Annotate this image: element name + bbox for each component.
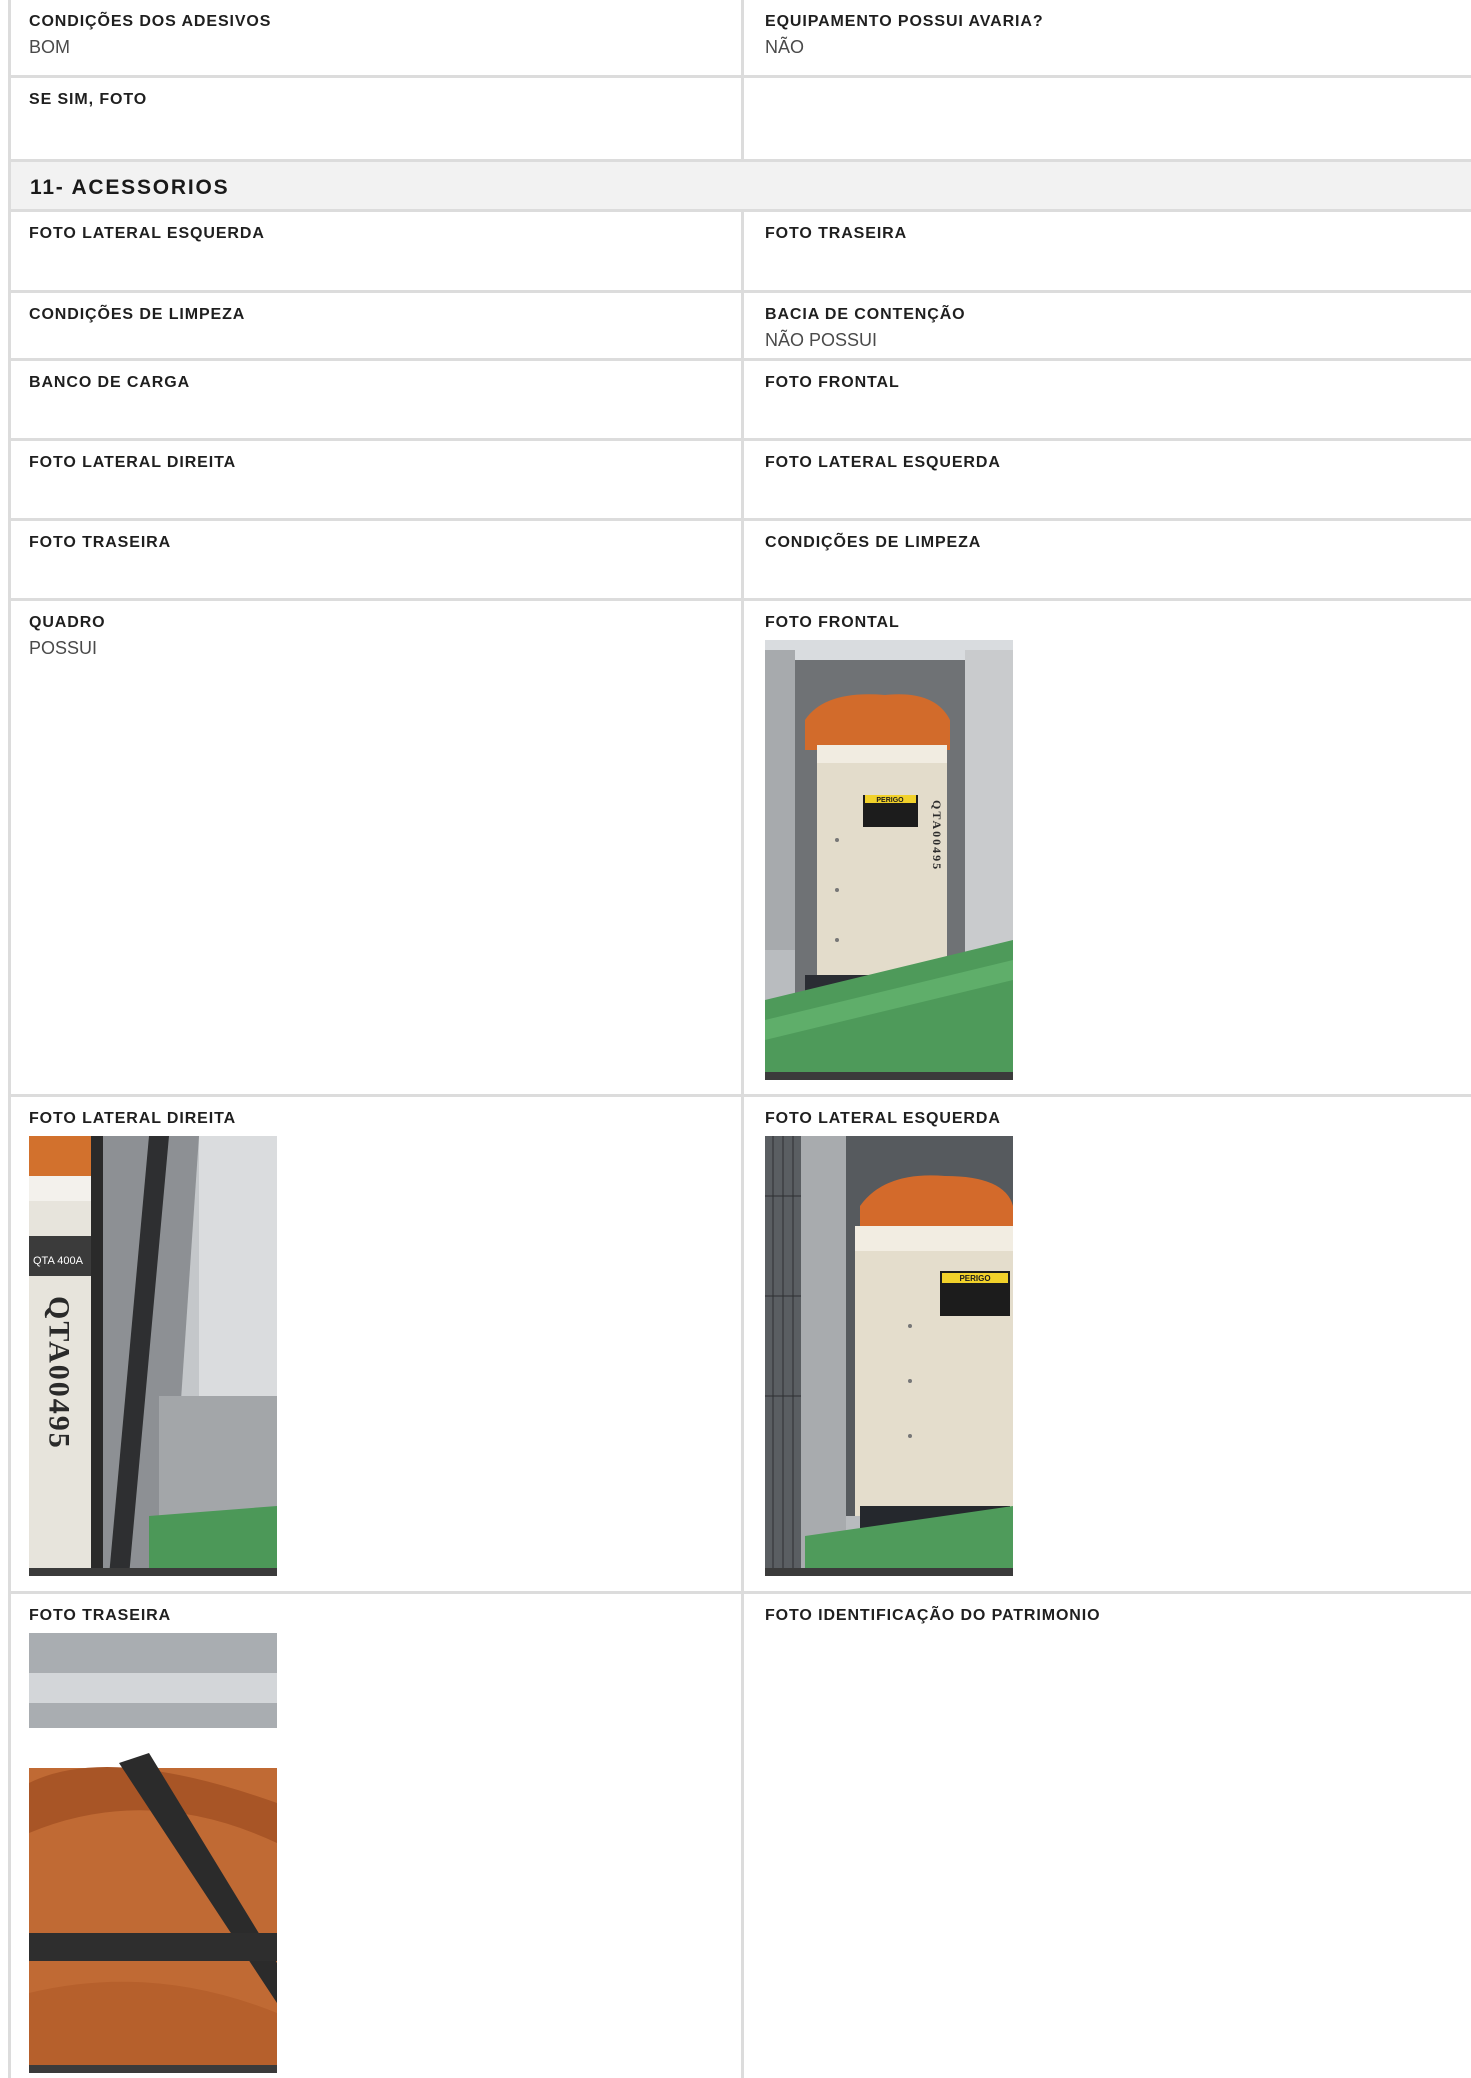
field-label: QUADRO — [29, 614, 106, 631]
field-value: NÃO — [765, 37, 805, 57]
field-cell: FOTO LATERAL ESQUERDA — [8, 212, 741, 290]
table-row: FOTO LATERAL DIREITA QTA 400A QTA00495 F… — [8, 1097, 1471, 1594]
table-row: QUADRO POSSUI FOTO FRONTAL PERIGO QTA004… — [8, 601, 1471, 1097]
field-cell: FOTO LATERAL DIREITA — [8, 441, 741, 518]
field-cell: CONDIÇÕES DE LIMPEZA — [744, 521, 1471, 598]
field-cell: BACIA DE CONTENÇÃO NÃO POSSUI — [744, 293, 1471, 358]
section-header: 11- ACESSORIOS — [11, 159, 1471, 212]
field-label: FOTO TRASEIRA — [29, 534, 172, 551]
cabinet-model: QTA 400A — [33, 1255, 84, 1267]
table-row: FOTO TRASEIRA FOTO IDENTIFICAÇÃO DO PATR… — [8, 1594, 1471, 2078]
table-row: BANCO DE CARGA FOTO FRONTAL — [8, 361, 1471, 441]
field-cell: CONDIÇÕES DE LIMPEZA — [8, 293, 741, 358]
field-cell: CONDIÇÕES DOS ADESIVOS BOM — [8, 0, 741, 75]
field-label: BACIA DE CONTENÇÃO — [765, 306, 966, 323]
right-side-photo[interactable]: QTA 400A QTA00495 — [29, 1136, 277, 1576]
field-label: FOTO TRASEIRA — [29, 1607, 172, 1624]
table-row: FOTO LATERAL ESQUERDA FOTO TRASEIRA — [8, 212, 1471, 293]
field-cell: FOTO LATERAL ESQUERDA — [744, 441, 1471, 518]
cabinet-code: QTA00495 — [43, 1296, 76, 1450]
warning-label: PERIGO — [876, 797, 904, 804]
field-cell: FOTO FRONTAL — [744, 361, 1471, 438]
field-cell: QUADRO POSSUI — [8, 601, 741, 1094]
field-label: CONDIÇÕES DOS ADESIVOS — [29, 13, 272, 30]
field-value: POSSUI — [29, 638, 98, 658]
field-label: CONDIÇÕES DE LIMPEZA — [29, 306, 246, 323]
back-photo[interactable] — [29, 1633, 277, 2073]
field-label: EQUIPAMENTO POSSUI AVARIA? — [765, 13, 1044, 30]
table-row: FOTO TRASEIRA CONDIÇÕES DE LIMPEZA — [8, 521, 1471, 601]
field-label: SE SIM, FOTO — [29, 91, 148, 108]
field-cell: SE SIM, FOTO — [8, 78, 741, 159]
field-cell: BANCO DE CARGA — [8, 361, 741, 438]
field-cell: FOTO IDENTIFICAÇÃO DO PATRIMONIO — [744, 1594, 1471, 2078]
field-label: FOTO LATERAL ESQUERDA — [29, 225, 265, 242]
field-value: NÃO POSSUI — [765, 330, 878, 350]
field-label: CONDIÇÕES DE LIMPEZA — [765, 534, 982, 551]
cabinet-code: QTA00495 — [930, 800, 944, 871]
table-row: SE SIM, FOTO — [8, 78, 1471, 159]
field-label: FOTO LATERAL DIREITA — [29, 454, 237, 471]
field-cell: FOTO LATERAL ESQUERDA — [744, 1097, 1471, 1591]
field-cell: FOTO LATERAL DIREITA QTA 400A QTA00495 — [8, 1097, 741, 1591]
field-cell: EQUIPAMENTO POSSUI AVARIA? NÃO — [744, 0, 1471, 75]
section-title: 11- ACESSORIOS — [30, 176, 230, 199]
table-row: CONDIÇÕES DE LIMPEZA BACIA DE CONTENÇÃO … — [8, 293, 1471, 361]
field-label: FOTO IDENTIFICAÇÃO DO PATRIMONIO — [765, 1607, 1101, 1624]
table-row: FOTO LATERAL DIREITA FOTO LATERAL ESQUER… — [8, 441, 1471, 521]
field-label: FOTO LATERAL DIREITA — [29, 1110, 237, 1127]
table-row: CONDIÇÕES DOS ADESIVOS BOM EQUIPAMENTO P… — [8, 0, 1471, 78]
field-value: BOM — [29, 37, 71, 57]
field-cell: FOTO TRASEIRA — [744, 212, 1471, 290]
field-label: FOTO LATERAL ESQUERDA — [765, 454, 1001, 471]
field-label: FOTO TRASEIRA — [765, 225, 908, 242]
field-label: BANCO DE CARGA — [29, 374, 191, 391]
field-cell: FOTO TRASEIRA — [8, 1594, 741, 2078]
field-cell: FOTO TRASEIRA — [8, 521, 741, 598]
front-photo[interactable]: PERIGO QTA00495 — [765, 640, 1013, 1080]
warning-label: PERIGO — [959, 1274, 990, 1283]
field-cell — [744, 78, 1471, 159]
left-side-photo[interactable]: PERIGO — [765, 1136, 1013, 1576]
field-label: FOTO FRONTAL — [765, 374, 900, 391]
field-label: FOTO LATERAL ESQUERDA — [765, 1110, 1001, 1127]
field-cell: FOTO FRONTAL PERIGO QTA00495 — [744, 601, 1471, 1094]
inspection-sheet: CONDIÇÕES DOS ADESIVOS BOM EQUIPAMENTO P… — [8, 0, 1471, 2078]
field-label: FOTO FRONTAL — [765, 614, 900, 631]
